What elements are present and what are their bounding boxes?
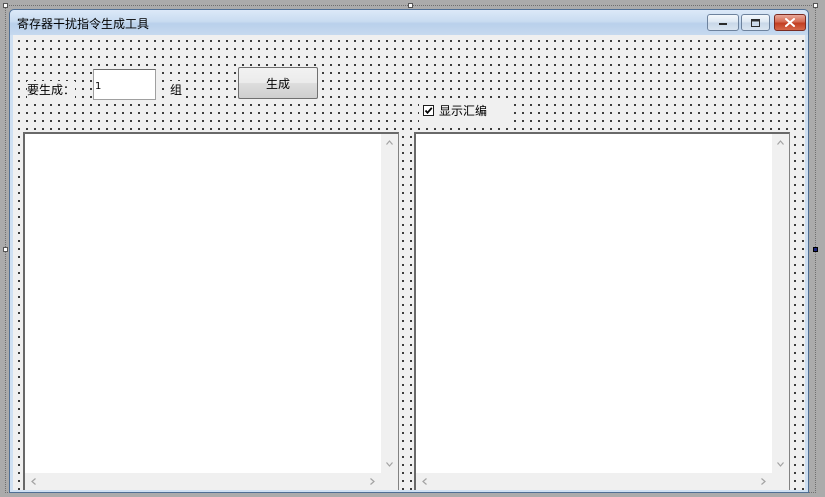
generate-count-label: 要生成： <box>27 81 76 98</box>
chevron-up-icon[interactable] <box>381 134 398 151</box>
window-title: 寄存器干扰指令生成工具 <box>17 17 150 31</box>
left-scrollbar-corner <box>381 473 398 490</box>
right-scrollbar-corner <box>772 473 789 490</box>
resize-handle-top-right[interactable] <box>813 3 818 8</box>
title-bar[interactable]: 寄存器干扰指令生成工具 <box>10 10 808 35</box>
right-horizontal-scrollbar[interactable] <box>416 473 772 490</box>
left-output-textbox[interactable] <box>23 132 399 490</box>
form-client-area: 要生成： 组 生成 显示汇编 <box>13 35 805 490</box>
group-count-input[interactable] <box>93 69 156 100</box>
right-vertical-scrollbar[interactable] <box>772 134 789 473</box>
group-unit-label: 组 <box>170 81 183 98</box>
resize-handle-top-middle[interactable] <box>408 3 413 8</box>
generate-button[interactable]: 生成 <box>238 67 318 99</box>
main-window: 寄存器干扰指令生成工具 要生成： 组 生成 显示汇编 <box>9 9 809 493</box>
show-assembly-checkbox[interactable]: 显示汇编 <box>419 98 511 122</box>
chevron-down-icon[interactable] <box>772 456 789 473</box>
left-vertical-scrollbar[interactable] <box>381 134 398 473</box>
checkmark-icon <box>424 106 433 114</box>
chevron-right-icon[interactable] <box>364 473 381 490</box>
maximize-button[interactable] <box>741 14 770 31</box>
resize-handle-top-left[interactable] <box>3 3 8 8</box>
right-output-textbox[interactable] <box>414 132 790 490</box>
resize-handle-middle-right[interactable] <box>813 247 818 252</box>
minimize-icon <box>719 22 727 25</box>
chevron-left-icon[interactable] <box>416 473 433 490</box>
chevron-left-icon[interactable] <box>25 473 42 490</box>
minimize-button[interactable] <box>707 14 739 31</box>
chevron-right-icon[interactable] <box>755 473 772 490</box>
close-button[interactable] <box>774 14 806 31</box>
chevron-down-icon[interactable] <box>381 456 398 473</box>
maximize-icon <box>751 18 760 27</box>
show-assembly-label: 显示汇编 <box>439 103 488 118</box>
chevron-up-icon[interactable] <box>772 134 789 151</box>
left-horizontal-scrollbar[interactable] <box>25 473 381 490</box>
close-icon <box>785 18 795 27</box>
checkbox-box[interactable] <box>423 104 434 116</box>
resize-handle-middle-left[interactable] <box>3 247 8 252</box>
